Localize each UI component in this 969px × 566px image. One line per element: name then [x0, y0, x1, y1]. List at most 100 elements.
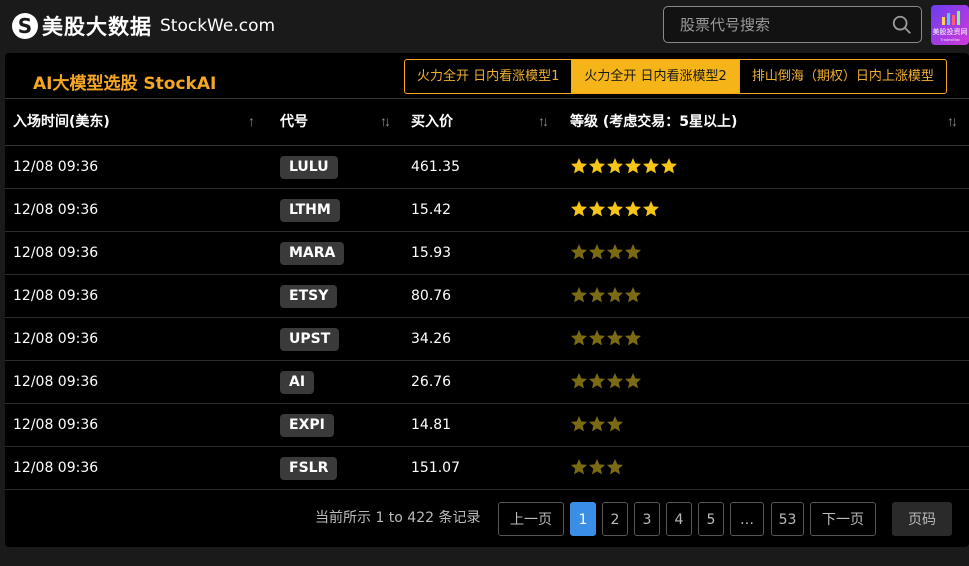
buy-price: 151.07 [411, 460, 460, 476]
app-badge-sub: TradesMax [940, 37, 960, 42]
page-button[interactable]: 1 [570, 502, 596, 536]
sort-icon[interactable]: ↑↓ [538, 113, 549, 129]
star-icon [607, 459, 623, 475]
sort-icon[interactable]: ↑↓ [380, 113, 391, 129]
logo-title-cn: 美股大数据 [42, 15, 152, 39]
star-rating [570, 329, 642, 349]
star-icon [589, 287, 605, 303]
star-rating [570, 286, 642, 306]
star-icon [643, 201, 659, 217]
table-row[interactable]: 12/08 09:36 EXPI 14.81 [5, 404, 969, 447]
page-ellipsis[interactable]: … [730, 502, 764, 536]
column-header-time[interactable]: 入场时间(美东) [13, 99, 110, 145]
table-row[interactable]: 12/08 09:36 ETSY 80.76 [5, 275, 969, 318]
tab-model-1[interactable]: 火力全开 日内看涨模型1 [405, 60, 573, 93]
table-header: 入场时间(美东) ↑ 代号 ↑↓ 买入价 ↑↓ 等级 (考虑交易：5星以上) ↑… [5, 99, 969, 146]
chart-bars-icon [942, 11, 960, 25]
ticker-badge[interactable]: EXPI [280, 414, 334, 437]
entry-time: 12/08 09:36 [13, 331, 99, 347]
table-row[interactable]: 12/08 09:36 LULU 461.35 [5, 146, 969, 189]
star-icon [589, 330, 605, 346]
entry-time: 12/08 09:36 [13, 374, 99, 390]
logo-mark-letter: S [17, 14, 33, 38]
search-input[interactable] [664, 7, 884, 42]
ticker-badge[interactable]: LTHM [280, 199, 340, 222]
column-header-price[interactable]: 买入价 [411, 99, 453, 145]
page-button[interactable]: 53 [771, 502, 804, 536]
tab-options-model[interactable]: 排山倒海（期权）日内上涨模型 [740, 60, 946, 93]
buy-price: 34.26 [411, 331, 452, 347]
buy-price: 26.76 [411, 374, 452, 390]
star-icon [607, 287, 623, 303]
app-badge[interactable]: 美股投资网 TradesMax [931, 5, 969, 45]
star-icon [625, 244, 641, 260]
ticker-badge[interactable]: FSLR [280, 457, 338, 480]
page-button[interactable]: 2 [602, 502, 628, 536]
logo-mark-icon: S [12, 13, 38, 39]
sort-asc-icon[interactable]: ↑ [248, 113, 255, 129]
next-page-button[interactable]: 下一页 [810, 502, 876, 536]
star-icon [571, 158, 587, 174]
ticker-badge[interactable]: UPST [280, 328, 340, 351]
table-row[interactable]: 12/08 09:36 LTHM 15.42 [5, 189, 969, 232]
ticker-badge[interactable]: AI [280, 371, 315, 394]
sort-icon[interactable]: ↑↓ [947, 113, 958, 129]
pagination: 当前所示 1 to 422 条记录 上一页 1 2 3 4 5… 53 下一页 页码 [5, 500, 969, 536]
model-tabs: 火力全开 日内看涨模型1 火力全开 日内看涨模型2 排山倒海（期权）日内上涨模型 [404, 59, 947, 94]
ticker-badge[interactable]: LULU [280, 156, 338, 179]
star-icon [625, 373, 641, 389]
star-icon [625, 158, 641, 174]
search-icon[interactable] [891, 14, 913, 36]
star-icon [607, 416, 623, 432]
entry-time: 12/08 09:36 [13, 245, 99, 261]
app-badge-label: 美股投资网 [932, 28, 968, 36]
star-rating [570, 458, 624, 478]
entry-time: 12/08 09:36 [13, 202, 99, 218]
stock-table: 入场时间(美东) ↑ 代号 ↑↓ 买入价 ↑↓ 等级 (考虑交易：5星以上) ↑… [5, 99, 969, 490]
page-jump-button[interactable]: 页码 [892, 502, 952, 536]
star-icon [589, 416, 605, 432]
prev-page-button[interactable]: 上一页 [498, 502, 564, 536]
page-button[interactable]: 5 [698, 502, 724, 536]
page-button[interactable]: 4 [666, 502, 692, 536]
star-icon [607, 201, 623, 217]
star-icon [589, 459, 605, 475]
search-box [663, 6, 922, 43]
star-icon [589, 244, 605, 260]
top-bar: S 美股大数据 StockWe.com 美股投资网 TradesMax [0, 0, 969, 52]
ticker-badge[interactable]: MARA [280, 242, 345, 265]
buy-price: 461.35 [411, 159, 460, 175]
star-icon [607, 330, 623, 346]
buy-price: 80.76 [411, 288, 452, 304]
site-logo[interactable]: S 美股大数据 StockWe.com [12, 10, 275, 42]
star-rating [570, 200, 660, 220]
star-icon [643, 158, 659, 174]
column-header-rating[interactable]: 等级 (考虑交易：5星以上) [570, 99, 737, 145]
star-icon [607, 244, 623, 260]
table-row[interactable]: 12/08 09:36 AI 26.76 [5, 361, 969, 404]
star-icon [625, 330, 641, 346]
star-rating [570, 157, 678, 177]
buy-price: 15.42 [411, 202, 452, 218]
star-icon [625, 201, 641, 217]
table-row[interactable]: 12/08 09:36 FSLR 151.07 [5, 447, 969, 490]
star-icon [571, 244, 587, 260]
star-icon [661, 158, 677, 174]
page-button[interactable]: 3 [634, 502, 660, 536]
tab-model-2[interactable]: 火力全开 日内看涨模型2 [572, 60, 740, 93]
table-row[interactable]: 12/08 09:36 MARA 15.93 [5, 232, 969, 275]
star-rating [570, 243, 642, 263]
table-row[interactable]: 12/08 09:36 UPST 34.26 [5, 318, 969, 361]
star-icon [571, 416, 587, 432]
logo-title-en: StockWe.com [160, 16, 276, 36]
column-header-code[interactable]: 代号 [280, 99, 308, 145]
star-icon [571, 373, 587, 389]
pagination-info: 当前所示 1 to 422 条记录 [315, 510, 481, 526]
ticker-badge[interactable]: ETSY [280, 285, 338, 308]
star-icon [571, 330, 587, 346]
star-icon [607, 373, 623, 389]
panel-title: AI大模型选股 StockAI [33, 74, 217, 94]
entry-time: 12/08 09:36 [13, 417, 99, 433]
star-rating [570, 372, 642, 392]
star-icon [589, 201, 605, 217]
